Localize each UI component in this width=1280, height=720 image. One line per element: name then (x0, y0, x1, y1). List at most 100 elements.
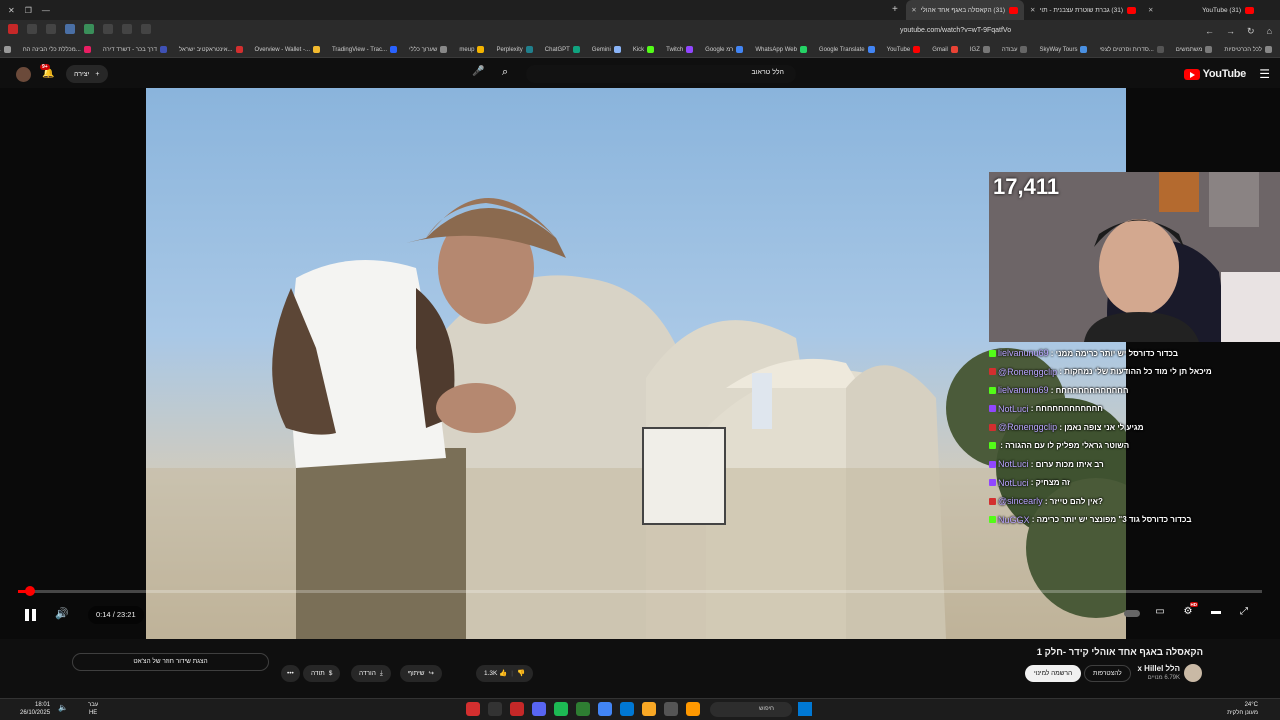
notifications-button[interactable]: 🔔 9+ (40, 64, 54, 79)
bookmark-item[interactable]: Overview - Wallet -... (255, 46, 320, 53)
new-tab-button[interactable]: + (892, 4, 898, 15)
back-icon[interactable]: ← (1205, 26, 1214, 37)
chat-username: @Ronenggclip (998, 366, 1058, 377)
browser-tab[interactable]: (31) הקאסלה באגף אחד אהולי ✕ (906, 0, 1024, 20)
share-button[interactable]: שיתוף ↪ (400, 665, 442, 682)
bookmark-item[interactable]: Paletools v26.0.11 (0, 46, 11, 53)
store-icon[interactable] (620, 702, 634, 716)
time-display: 0:14 / 23:21 (88, 606, 144, 624)
bookmark-item[interactable]: TradingView - Trac... (332, 46, 398, 53)
app-icon[interactable] (686, 702, 700, 716)
video-player[interactable]: 17,411 lielvanunu69 : בכדור כדורסל יש יו… (0, 88, 1280, 639)
menu-icon[interactable]: ☰ (1259, 67, 1270, 81)
bookmark-item[interactable]: דרך בכר - דשרד דירה (103, 46, 167, 53)
create-button[interactable]: יצירה + (66, 65, 108, 83)
like-button[interactable]: 1.3K 👍 (484, 665, 507, 682)
start-icon[interactable] (798, 702, 812, 716)
star-icon[interactable] (122, 24, 132, 34)
bookmark-item[interactable]: סדרות וסרטים לצפי... (1099, 46, 1164, 53)
microphone-icon[interactable]: 🎤 (472, 66, 484, 77)
bookmark-item[interactable]: שערוך כללי (409, 46, 448, 53)
bookmark-item[interactable]: Gmail (932, 46, 958, 53)
download-button[interactable]: הורדה ⤓ (351, 665, 391, 682)
bookmark-item[interactable]: ChatGPT (545, 46, 580, 53)
extension-icon[interactable] (46, 24, 56, 34)
extension-icon[interactable] (84, 24, 94, 34)
bookmark-item[interactable]: WhatsApp Web (755, 46, 807, 53)
speaker-icon[interactable]: 🔈 (58, 703, 68, 712)
file-explorer-icon[interactable] (642, 702, 656, 716)
video-frame[interactable] (146, 88, 1126, 639)
bookmark-item[interactable]: Gemini (592, 46, 621, 53)
browser-tab[interactable]: (31) גברת שוטרת עצבנית - תוי ✕ (1024, 0, 1142, 20)
bookmark-item[interactable]: Google רמ (705, 46, 744, 53)
close-window-icon[interactable]: ✕ (8, 6, 15, 15)
bookmark-item[interactable]: Google Translate (819, 46, 875, 53)
screenshot-icon[interactable] (141, 24, 151, 34)
channel-avatar[interactable] (1184, 664, 1202, 682)
autoplay-toggle[interactable] (1124, 610, 1140, 617)
browser-tab[interactable]: (31) YouTube ✕ (1142, 0, 1260, 20)
subtitles-icon[interactable]: ▭ (1152, 606, 1168, 622)
bookmark-item[interactable]: Twitch (666, 46, 694, 53)
clock[interactable]: 18:01 26/10/2025 (20, 701, 50, 717)
join-button[interactable]: להצטרפות (1084, 665, 1131, 682)
extension-icon[interactable] (65, 24, 75, 34)
app-icon[interactable] (576, 702, 590, 716)
progress-bar[interactable] (18, 586, 1262, 596)
home-icon[interactable]: ⌂ (1267, 26, 1272, 37)
show-chat-replay-button[interactable]: הצגת שידור חוזר של הצ'אט (72, 653, 269, 671)
close-tab-icon[interactable]: ✕ (911, 6, 916, 14)
search-input[interactable]: הלל טראוב (526, 65, 796, 83)
reload-icon[interactable]: ↻ (1247, 26, 1255, 37)
subscribe-button[interactable]: הרשמה למינוי (1025, 665, 1082, 682)
app-icon[interactable] (510, 702, 524, 716)
bookmark-item[interactable]: IGZ (970, 46, 990, 53)
restore-window-icon[interactable]: ❐ (25, 6, 32, 15)
bookmark-item[interactable]: meup (459, 46, 485, 53)
dislike-button[interactable]: 👎 (517, 665, 525, 682)
weather-widget[interactable]: 24°C מעונן חלקית (1227, 701, 1258, 717)
search-icon[interactable]: ⌕ (502, 66, 508, 79)
discord-icon[interactable] (532, 702, 546, 716)
windows-taskbar: 18:01 26/10/2025 🔈 עבר HE חיפוש 24°C מעו… (0, 698, 1280, 720)
youtube-logo[interactable]: YouTube (1183, 68, 1246, 80)
app-icon[interactable] (488, 702, 502, 716)
spotify-icon[interactable] (554, 702, 568, 716)
progress-scrubber[interactable] (25, 586, 36, 596)
extension-icon[interactable] (8, 24, 18, 34)
bookmark-favicon-icon (1020, 46, 1028, 53)
settings-button[interactable]: ⚙ HD (1180, 602, 1198, 622)
close-tab-icon[interactable]: ✕ (1030, 6, 1035, 14)
channel-name[interactable]: הלל x Hillel (1138, 664, 1181, 673)
pause-button[interactable] (22, 607, 38, 623)
fullscreen-icon[interactable]: ⤢ (1236, 606, 1252, 622)
app-icon[interactable] (466, 702, 480, 716)
bookmark-item[interactable]: Kick (633, 46, 655, 53)
bookmark-item[interactable]: משתמשים (1176, 46, 1213, 53)
url-field[interactable]: youtube.com/watch?v=wT-9FqatfVo (900, 24, 1190, 38)
avatar[interactable] (16, 67, 31, 82)
thanks-button[interactable]: תודה $ (303, 665, 341, 682)
bookmark-item[interactable]: אינטראקטיב ישראל... (179, 46, 243, 53)
language-indicator[interactable]: עבר HE (88, 701, 98, 717)
close-tab-icon[interactable]: ✕ (1148, 6, 1153, 14)
like-count: 1.3K (484, 670, 498, 677)
bookmark-item[interactable]: YouTube (887, 46, 921, 53)
extension-icon[interactable] (103, 24, 113, 34)
chrome-icon[interactable] (598, 702, 612, 716)
theater-mode-icon[interactable]: ▬ (1208, 606, 1224, 622)
volume-icon[interactable]: 🔊 (55, 607, 69, 620)
bookmark-item[interactable]: SkyWay Tours (1039, 46, 1088, 53)
bookmark-item[interactable]: לכל הכרטיסיות (1224, 46, 1272, 53)
extension-icon[interactable] (27, 24, 37, 34)
more-actions-button[interactable]: ••• (281, 665, 300, 682)
minimize-window-icon[interactable]: — (42, 6, 50, 15)
app-icon[interactable] (664, 702, 678, 716)
bookmark-label: YouTube (886, 46, 911, 53)
bookmark-item[interactable]: עבודה (1002, 46, 1028, 53)
taskbar-search[interactable]: חיפוש (710, 702, 792, 717)
bookmark-item[interactable]: מכללת כלי הבינה הח... (23, 46, 91, 53)
forward-icon[interactable]: → (1226, 26, 1235, 37)
bookmark-item[interactable]: Perplexity (496, 46, 533, 53)
